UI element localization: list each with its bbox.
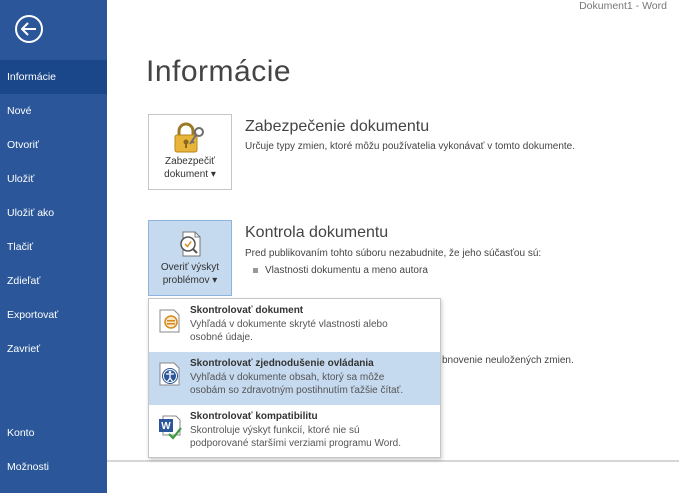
bottom-divider (107, 460, 679, 462)
inspect-document-icon (159, 309, 180, 333)
inspect-document-icon (180, 231, 201, 257)
nav-item-export[interactable]: Exportovať (0, 298, 107, 332)
backstage-sidebar: Informácie Nové Otvoriť Uložiť Uložiť ak… (0, 0, 107, 493)
check-issues-button[interactable]: Overiť výskyt problémov ▾ (148, 220, 232, 296)
protect-document-button[interactable]: Zabezpečiť dokument ▾ (148, 114, 232, 190)
compatibility-icon: W (159, 415, 182, 440)
menu-item-title: Skontrolovať dokument (190, 305, 304, 316)
protect-button-label-1: Zabezpečiť (165, 156, 215, 167)
nav-item-save-as[interactable]: Uložiť ako (0, 196, 107, 230)
nav-item-print[interactable]: Tlačiť (0, 230, 107, 264)
inspect-bullet-text: Vlastnosti dokumentu a meno autora (265, 265, 428, 276)
nav-item-open[interactable]: Otvoriť (0, 128, 107, 162)
back-arrow-icon (21, 22, 36, 36)
inspect-section-description: Pred publikovaním tohto súboru nezabudni… (245, 248, 542, 259)
menu-item-title: Skontrolovať zjednodušenie ovládania (190, 358, 374, 369)
bullet-square-icon (253, 268, 258, 273)
backstage-nav: Informácie Nové Otvoriť Uložiť Uložiť ak… (0, 60, 107, 484)
menu-item-desc-line: Vyhľadá v dokumente skryté vlastnosti al… (190, 319, 388, 330)
menu-item-description: Vyhľadá v dokumente skryté vlastnosti al… (190, 319, 435, 344)
window-title: Dokument1 - Word (579, 0, 667, 12)
nav-item-info[interactable]: Informácie (0, 60, 107, 94)
menu-item-desc-line: osobné údaje. (190, 331, 253, 343)
protect-section-title: Zabezpečenie dokumentu (245, 118, 430, 135)
menu-item-desc-line: Skontroluje výskyt funkcií, ktoré nie sú (190, 425, 360, 436)
menu-item-desc-line: Vyhľadá v dokumente obsah, ktorý sa môže (190, 372, 385, 383)
menu-item-check-accessibility[interactable]: Skontrolovať zjednodušenie ovládania Vyh… (149, 352, 440, 405)
check-issues-label-1: Overiť výskyt (160, 262, 220, 273)
menu-item-description: Skontroluje výskyt funkcií, ktoré nie sú… (190, 425, 435, 450)
menu-item-title: Skontrolovať kompatibilitu (190, 411, 318, 422)
menu-item-description: Vyhľadá v dokumente obsah, ktorý sa môže… (190, 372, 435, 397)
menu-item-desc-line: osobám so zdravotným postihnutím ťažšie … (190, 384, 404, 396)
inspect-bullet-item: Vlastnosti dokumentu a meno autora (253, 265, 428, 276)
inspect-section-title: Kontrola dokumentu (245, 224, 389, 241)
nav-item-account[interactable]: Konto (0, 416, 107, 450)
nav-item-options[interactable]: Možnosti (0, 450, 107, 484)
nav-item-save[interactable]: Uložiť (0, 162, 107, 196)
nav-item-close[interactable]: Zavrieť (0, 332, 107, 366)
check-issues-menu: Skontrolovať dokument Vyhľadá v dokument… (148, 298, 441, 458)
nav-gap (0, 366, 107, 416)
versions-partial-text: bnovenie neuložených zmien. (442, 355, 574, 366)
menu-item-check-compatibility[interactable]: W Skontrolovať kompatibilitu Skontroluje… (149, 405, 440, 458)
protect-section-description: Určuje typy zmien, ktoré môžu používatel… (245, 141, 576, 152)
svg-text:W: W (161, 421, 171, 432)
menu-item-desc-line: podporované staršími verziami programu W… (190, 437, 402, 449)
protect-button-label-2: dokument ▾ (164, 169, 216, 180)
page-title: Informácie (146, 55, 292, 88)
nav-item-new[interactable]: Nové (0, 94, 107, 128)
check-issues-label-2: problémov ▾ (162, 275, 218, 286)
menu-item-inspect-document[interactable]: Skontrolovať dokument Vyhľadá v dokument… (149, 299, 440, 352)
nav-item-share[interactable]: Zdieľať (0, 264, 107, 298)
lock-key-icon (174, 122, 204, 153)
accessibility-icon (159, 362, 180, 386)
back-button[interactable] (15, 15, 43, 43)
